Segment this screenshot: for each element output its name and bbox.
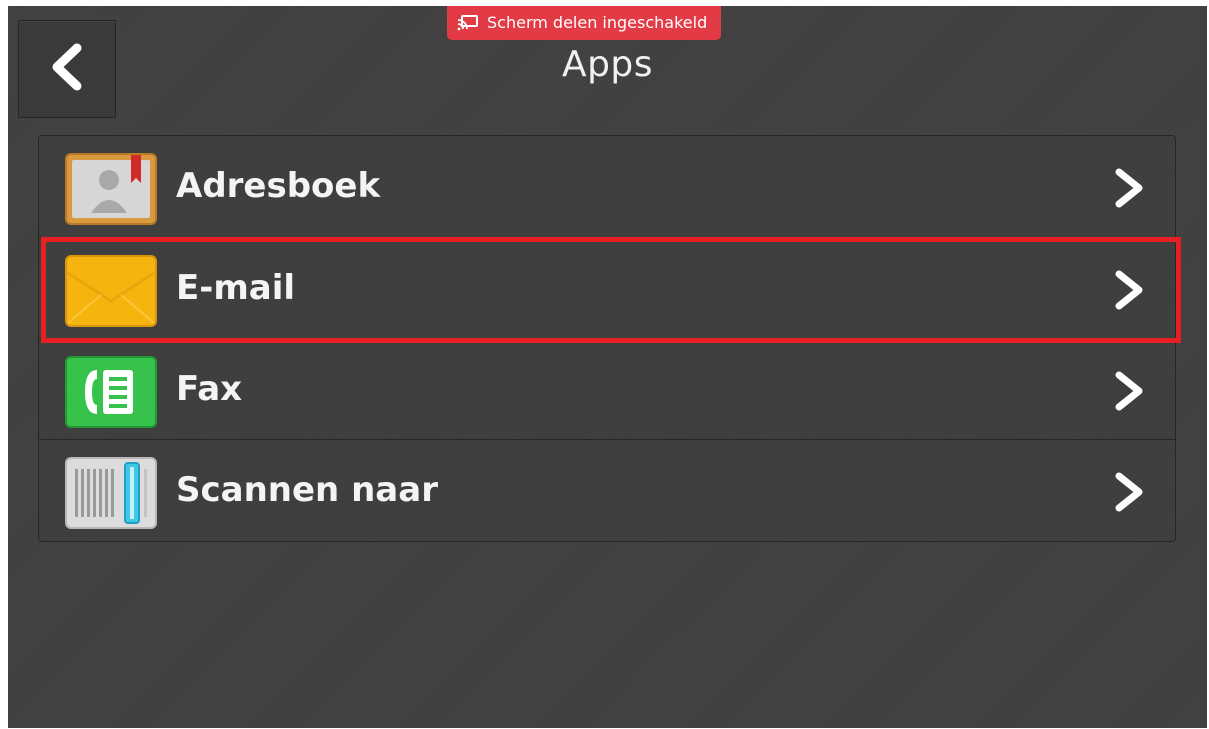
email-envelope-icon	[65, 255, 157, 327]
app-screen: Scherm delen ingeschakeld Apps Adresboek	[8, 6, 1207, 728]
address-book-icon	[65, 153, 157, 225]
app-list: Adresboek E-mail Fax Scannen naar	[38, 135, 1176, 542]
app-label: Fax	[176, 369, 243, 409]
app-item-fax[interactable]: Fax	[39, 338, 1175, 439]
app-label: Scannen naar	[176, 470, 438, 510]
chevron-right-icon	[1111, 472, 1147, 512]
screen-share-icon	[457, 15, 479, 31]
chevron-right-icon	[1111, 168, 1147, 208]
screen-sharing-banner: Scherm delen ingeschakeld	[447, 6, 722, 40]
page-title: Apps	[561, 44, 654, 85]
screen-sharing-text: Scherm delen ingeschakeld	[487, 13, 708, 32]
chevron-right-icon	[1111, 270, 1147, 310]
scan-to-icon	[65, 457, 157, 529]
app-label: Adresboek	[176, 166, 381, 206]
fax-icon	[65, 356, 157, 428]
app-item-address-book[interactable]: Adresboek	[39, 136, 1175, 237]
app-item-email[interactable]: E-mail	[39, 237, 1175, 338]
app-label: E-mail	[176, 268, 296, 308]
chevron-right-icon	[1111, 371, 1147, 411]
app-item-scan-to[interactable]: Scannen naar	[39, 439, 1175, 540]
